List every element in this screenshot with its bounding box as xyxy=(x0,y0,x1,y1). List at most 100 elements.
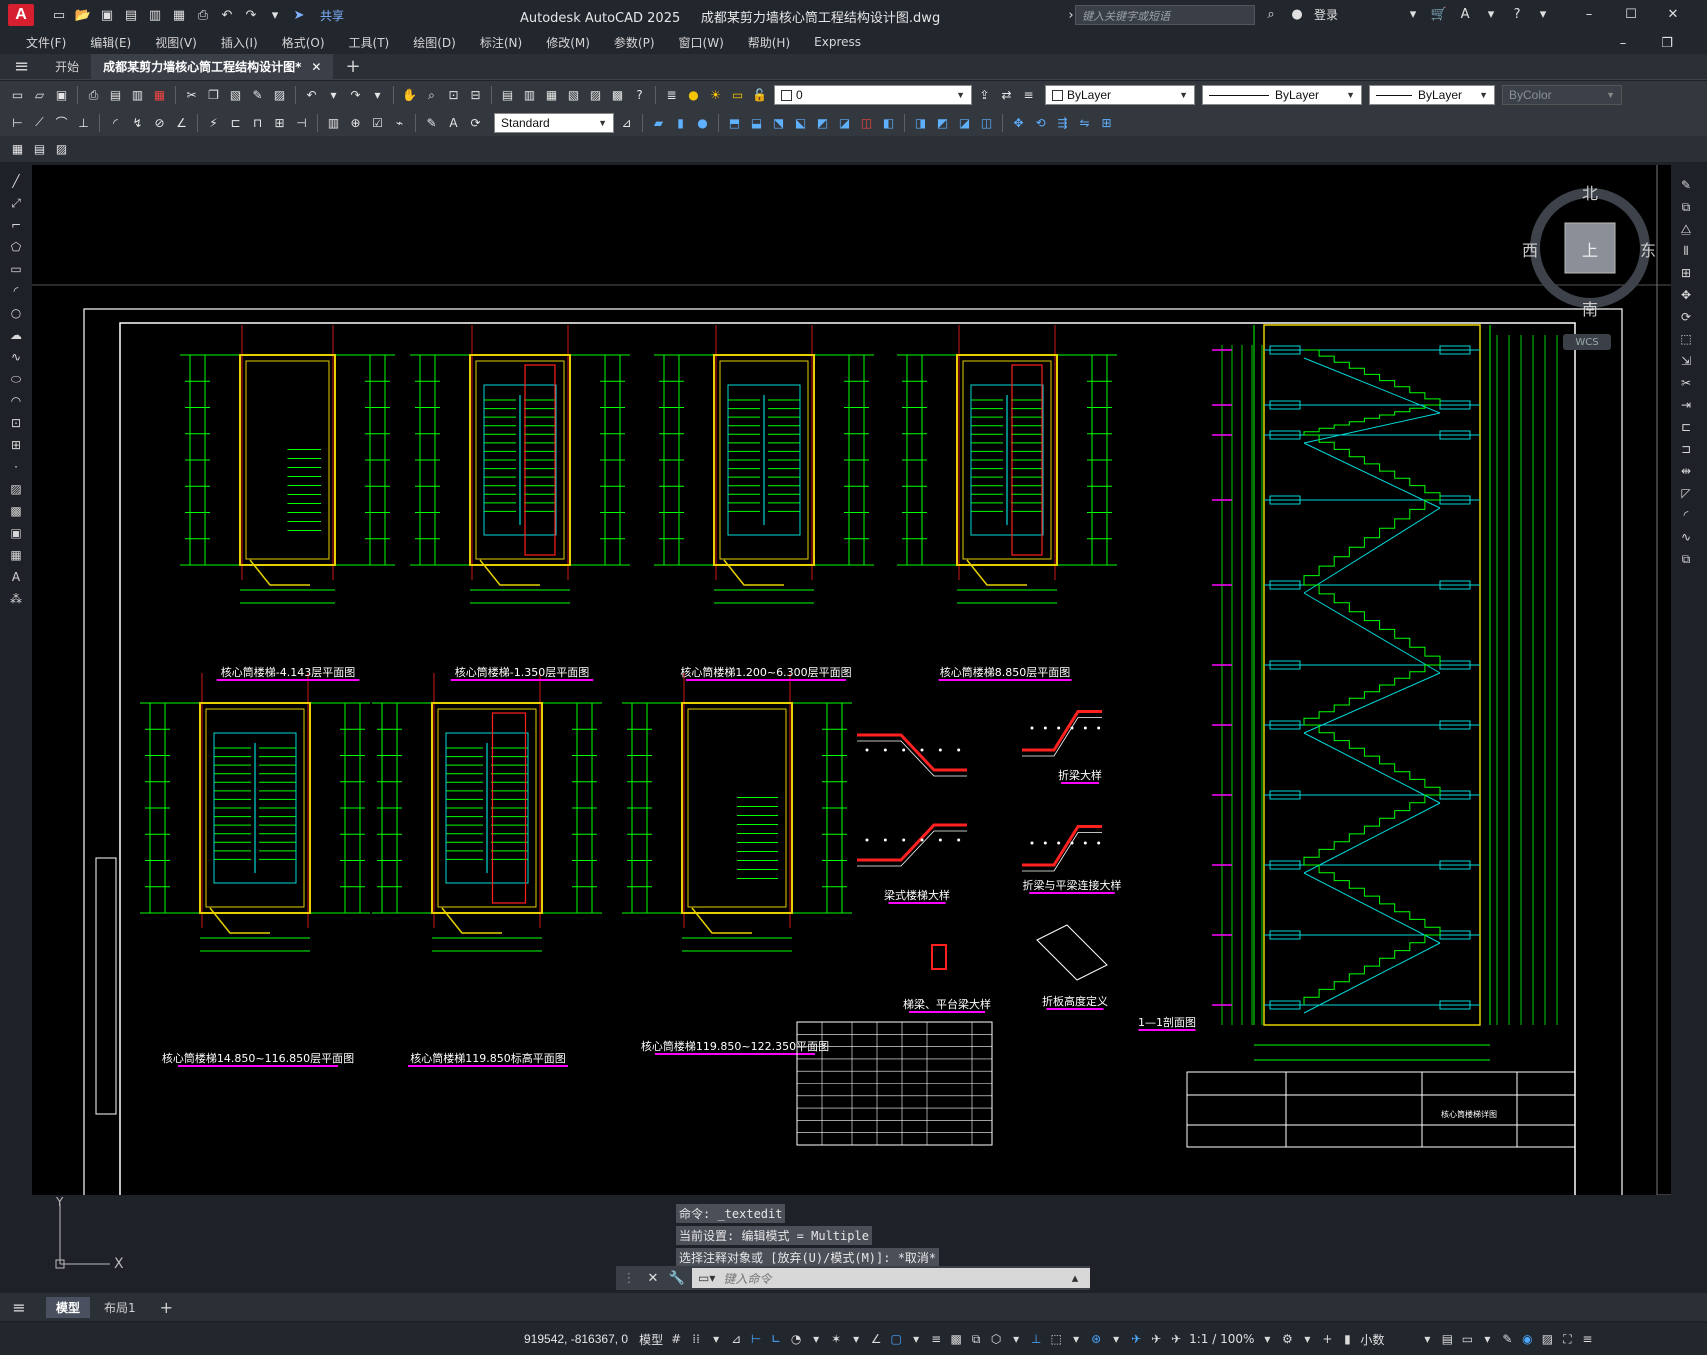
redo-icon[interactable]: ↷ xyxy=(242,6,260,24)
make-block-icon[interactable]: ⊞ xyxy=(7,436,25,454)
baseline-icon[interactable]: ⊏ xyxy=(226,113,245,132)
table-icon[interactable]: ▦ xyxy=(8,140,27,159)
add-selected-icon[interactable]: ⁂ xyxy=(7,590,25,608)
quick-properties-icon[interactable]: ▤ xyxy=(1437,1329,1457,1349)
erase-icon[interactable]: ✎ xyxy=(1677,176,1695,194)
lineweight-icon[interactable]: ≡ xyxy=(926,1329,946,1349)
polyline-icon[interactable]: ⌐ xyxy=(7,216,25,234)
auto-scale-icon[interactable]: ✈ xyxy=(1146,1329,1166,1349)
chevron-down-icon[interactable]: ▾ xyxy=(1477,1329,1497,1349)
insert-block-icon[interactable]: ⊡ xyxy=(7,414,25,432)
plot-icon[interactable]: ⎙ xyxy=(194,6,212,24)
share-icon[interactable]: ➤ xyxy=(290,6,308,24)
layer-on-icon[interactable]: ● xyxy=(684,86,703,105)
chevron-down-icon[interactable]: ▾ xyxy=(1482,5,1500,23)
attribute-icon[interactable]: ▤ xyxy=(30,140,49,159)
command-input[interactable]: ▭▾ 键入命令 xyxy=(692,1268,1090,1288)
menu-draw[interactable]: 绘图(D) xyxy=(401,34,468,51)
sheet-set-icon[interactable]: ▧ xyxy=(564,86,583,105)
inspect-icon[interactable]: ☑ xyxy=(368,113,387,132)
chevron-down-icon[interactable]: ▾ xyxy=(1404,5,1422,23)
layer-previous-icon[interactable]: ⇄ xyxy=(997,86,1016,105)
doc-close-icon[interactable]: ✕ xyxy=(1702,34,1707,52)
revolve-icon[interactable]: ⬕ xyxy=(791,113,810,132)
calculator-icon[interactable]: ▩ xyxy=(608,86,627,105)
arc-length-icon[interactable]: ⌒ xyxy=(52,113,71,132)
redo-icon[interactable]: ↷ xyxy=(346,86,365,105)
maximize-icon[interactable]: ☐ xyxy=(1622,5,1640,23)
customize-icon[interactable]: 🔧 xyxy=(668,1269,686,1287)
chevron-down-icon[interactable]: ▾ xyxy=(1257,1329,1277,1349)
dim-style-manager-icon[interactable]: ⊿ xyxy=(617,113,636,132)
quick-dim-icon[interactable]: ⚡ xyxy=(204,113,223,132)
new-icon[interactable]: ▭ xyxy=(8,86,27,105)
cart-icon[interactable]: 🛒 xyxy=(1430,5,1448,23)
break-icon[interactable]: ⊐ xyxy=(1677,440,1695,458)
sphere-icon[interactable]: ● xyxy=(693,113,712,132)
chevron-down-icon[interactable]: ▾ xyxy=(1297,1329,1317,1349)
annotation-scale-icon[interactable]: ✈ xyxy=(1166,1329,1186,1349)
subtract-icon[interactable]: ◫ xyxy=(857,113,876,132)
zoom-previous-icon[interactable]: ⊟ xyxy=(466,86,485,105)
3d-align-icon[interactable]: ⇶ xyxy=(1053,113,1072,132)
publish-icon[interactable]: ▥ xyxy=(146,6,164,24)
3d-print-icon[interactable]: ▦ xyxy=(150,86,169,105)
layer-freeze-icon[interactable]: ☀ xyxy=(706,86,725,105)
chevron-down-icon[interactable]: ▾ xyxy=(1417,1329,1437,1349)
center-mark-icon[interactable]: ⊕ xyxy=(346,113,365,132)
ordinate-icon[interactable]: ⊥ xyxy=(74,113,93,132)
cut-icon[interactable]: ✂ xyxy=(182,86,201,105)
help-icon[interactable]: ? xyxy=(630,86,649,105)
markup-icon[interactable]: ▨ xyxy=(586,86,605,105)
login-button[interactable]: 登录 xyxy=(1314,6,1338,23)
grip-icon[interactable]: ⋮ xyxy=(620,1269,638,1287)
spline-icon[interactable]: ∿ xyxy=(7,348,25,366)
menu-tools[interactable]: 工具(T) xyxy=(337,34,402,51)
open-icon[interactable]: 📂 xyxy=(74,6,92,24)
slice-icon[interactable]: ◨ xyxy=(911,113,930,132)
doc-restore-icon[interactable]: ❐ xyxy=(1658,34,1676,52)
layer-lock-icon[interactable]: 🔓 xyxy=(750,86,769,105)
undo-icon[interactable]: ↶ xyxy=(218,6,236,24)
autodesk-app-icon[interactable]: A xyxy=(1456,5,1474,23)
customization-icon[interactable]: ≡ xyxy=(1577,1329,1597,1349)
thicken-icon[interactable]: ◩ xyxy=(933,113,952,132)
annotation-scale-value[interactable]: 1:1 / 100% xyxy=(1186,1332,1257,1346)
chevron-down-icon[interactable]: ▾ xyxy=(368,86,387,105)
isolate-objects-icon[interactable]: ✎ xyxy=(1497,1329,1517,1349)
save-icon[interactable]: ▣ xyxy=(52,86,71,105)
units-value[interactable]: 小数 xyxy=(1357,1331,1417,1348)
3d-rotate-icon[interactable]: ⟲ xyxy=(1031,113,1050,132)
tab-start[interactable]: 开始 xyxy=(43,54,91,80)
table-icon[interactable]: ▦ xyxy=(7,546,25,564)
construction-line-icon[interactable]: ⤢ xyxy=(7,194,25,212)
radius-icon[interactable]: ◜ xyxy=(106,113,125,132)
polygon-icon[interactable]: ⬠ xyxy=(7,238,25,256)
jogged-linear-icon[interactable]: ⌁ xyxy=(390,113,409,132)
tab-drawing[interactable]: 成都某剪力墙核心筒工程结构设计图* ✕ xyxy=(91,53,334,80)
save-icon[interactable]: ▣ xyxy=(98,6,116,24)
model-space-canvas[interactable]: 核心筒楼梯-4.143层平面图 核心筒楼梯-1.350层平面图 核心筒楼梯1.200… xyxy=(32,165,1671,1195)
user-icon[interactable]: ● xyxy=(1288,5,1306,23)
revision-cloud-icon[interactable]: ☁ xyxy=(7,326,25,344)
chevron-up-icon[interactable]: ▴ xyxy=(1066,1269,1084,1287)
app-menu-button[interactable]: ≡ xyxy=(0,54,43,80)
dynamic-ucs-icon[interactable]: ⊥ xyxy=(1026,1329,1046,1349)
export-icon[interactable]: ▦ xyxy=(170,6,188,24)
chevron-down-icon[interactable]: ▾ xyxy=(706,1329,726,1349)
presspull-icon[interactable]: ⬓ xyxy=(747,113,766,132)
block-editor-icon[interactable]: ▨ xyxy=(270,86,289,105)
chevron-down-icon[interactable]: ▾ xyxy=(1106,1329,1126,1349)
coordinate-readout[interactable]: 919542, -816367, 0 xyxy=(524,1332,628,1346)
chevron-down-icon[interactable]: ▾ xyxy=(1006,1329,1026,1349)
layer-states-icon[interactable]: ≡ xyxy=(1019,86,1038,105)
offset-icon[interactable]: ⫴ xyxy=(1677,242,1695,260)
layer-viewport-icon[interactable]: ▭ xyxy=(728,86,747,105)
dim-style-dropdown[interactable]: Standard ▼ xyxy=(494,112,614,133)
zoom-window-icon[interactable]: ⊡ xyxy=(444,86,463,105)
aligned-dim-icon[interactable]: ⟋ xyxy=(30,113,49,132)
autocad-logo[interactable]: A xyxy=(8,4,34,26)
fillet-icon[interactable]: ◜ xyxy=(1677,506,1695,524)
dim-update-icon[interactable]: ⟳ xyxy=(466,113,485,132)
help-search-input[interactable]: 键入关键字或短语 xyxy=(1075,5,1255,25)
